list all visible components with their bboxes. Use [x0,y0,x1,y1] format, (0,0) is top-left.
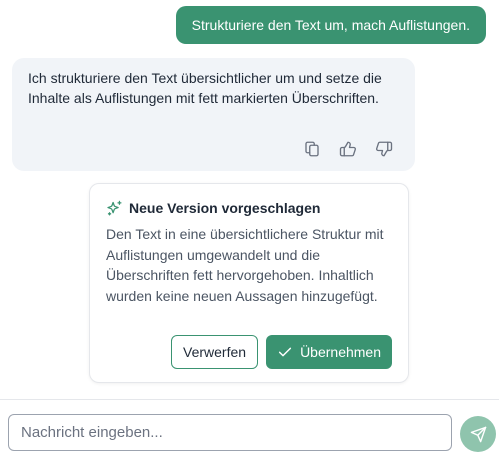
accept-button[interactable]: Übernehmen [266,335,392,369]
check-icon [277,344,293,360]
thumbs-down-icon[interactable] [373,138,395,160]
message-input[interactable] [8,414,452,451]
suggestion-card: Neue Version vorgeschlagen Den Text in e… [89,183,409,383]
suggestion-header: Neue Version vorgeschlagen [106,198,392,218]
thumbs-up-icon[interactable] [337,138,359,160]
assistant-message-bubble: Ich strukturiere den Text übersichtliche… [12,58,415,171]
user-message-text: Strukturiere den Text um, mach Auflistun… [191,17,470,33]
sparkle-icon [106,200,123,217]
chat-area: Strukturiere den Text um, mach Auflistun… [0,0,499,400]
message-feedback-row [301,138,395,160]
assistant-message-text: Ich strukturiere den Text übersichtliche… [28,70,382,106]
send-icon [470,426,487,443]
suggestion-title: Neue Version vorgeschlagen [129,200,321,216]
user-message-bubble: Strukturiere den Text um, mach Auflistun… [175,6,486,44]
discard-button[interactable]: Verwerfen [171,335,259,369]
copy-icon[interactable] [301,138,323,160]
message-composer [0,399,499,461]
suggestion-actions: Verwerfen Übernehmen [171,335,392,369]
suggestion-description: Den Text in eine übersichtlichere Strukt… [106,226,384,304]
send-button[interactable] [460,416,496,452]
accept-button-label: Übernehmen [300,344,381,360]
